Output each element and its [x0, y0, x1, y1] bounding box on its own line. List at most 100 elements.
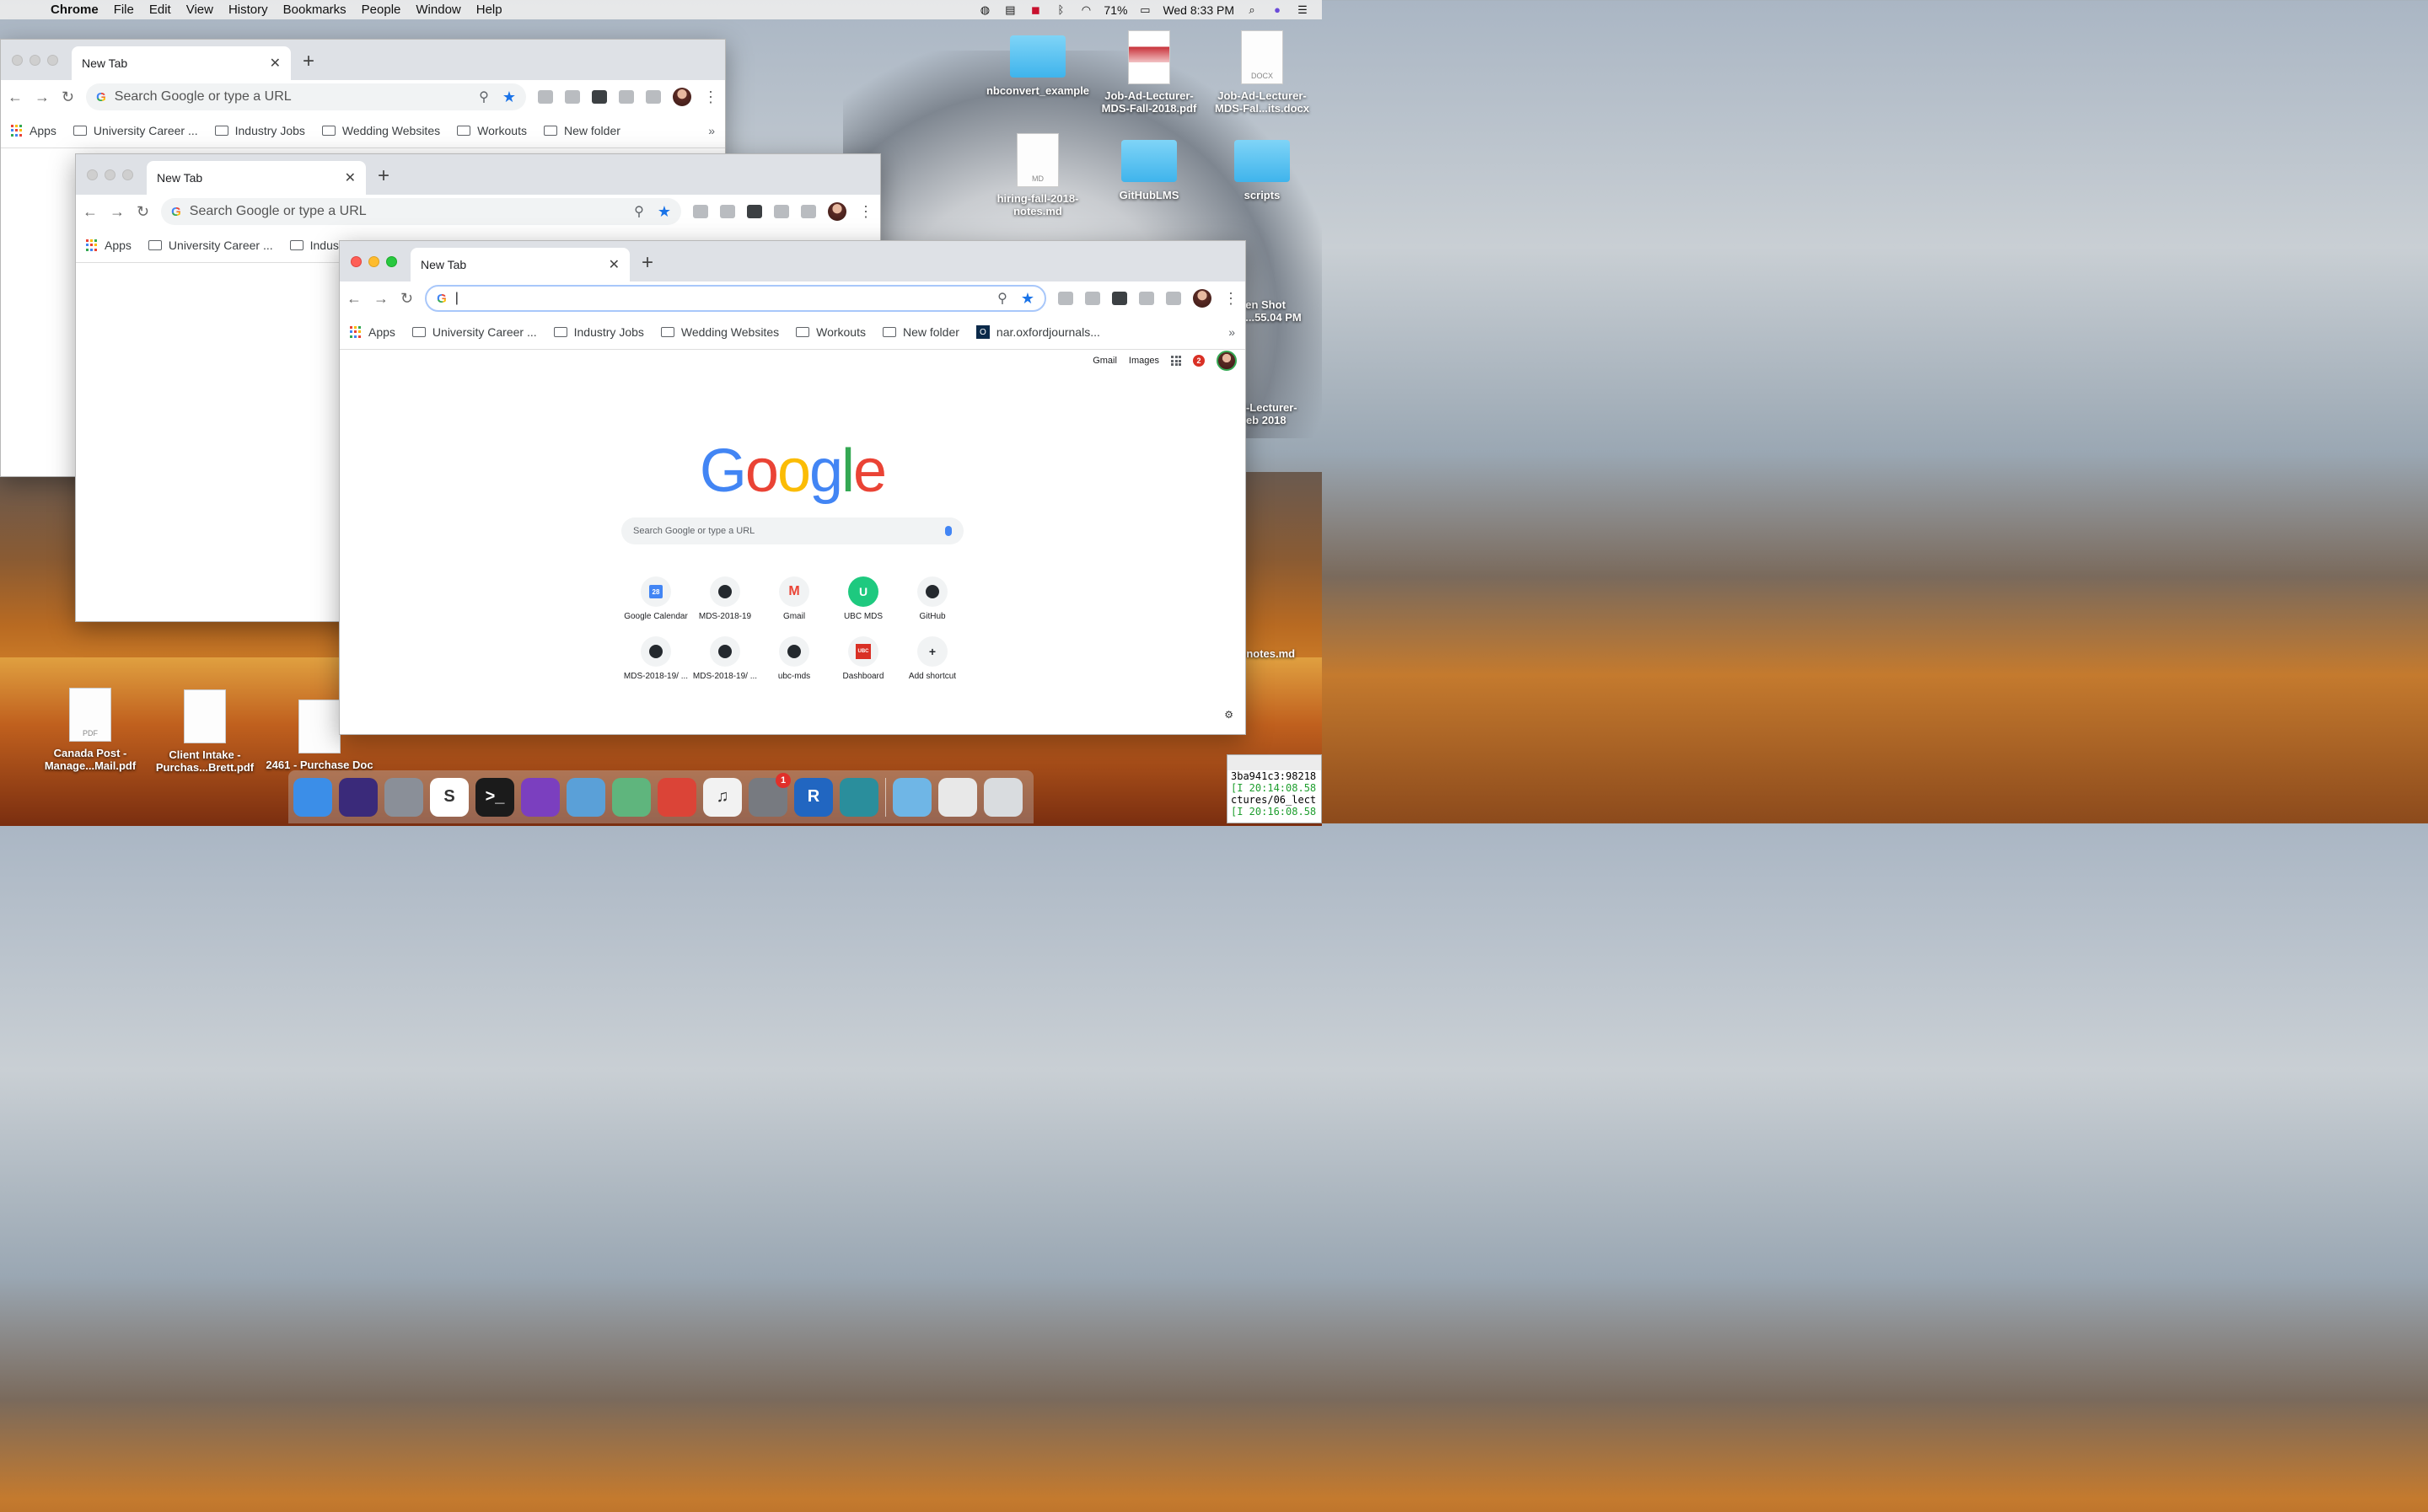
notification-center-icon[interactable]: ☰	[1295, 3, 1310, 17]
close-icon[interactable]: ✕	[345, 169, 356, 186]
notifications-badge[interactable]: 2	[1193, 355, 1205, 367]
system-preferences-icon[interactable]: 1	[749, 772, 791, 817]
terminal-icon[interactable]: >_	[475, 777, 514, 817]
shortcut-tile[interactable]: MDS-2018-19	[690, 576, 760, 621]
menu-edit[interactable]: Edit	[142, 3, 179, 17]
images-link[interactable]: Images	[1129, 356, 1159, 366]
zoom-window-button[interactable]	[386, 256, 397, 267]
menu-clock[interactable]: Wed 8:33 PM	[1163, 3, 1234, 17]
tab-new-tab[interactable]: New Tab ✕	[411, 248, 630, 281]
bookmark-apps[interactable]: Apps	[11, 124, 56, 137]
forward-icon[interactable]: →	[110, 203, 125, 221]
battery-percent[interactable]: 71%	[1104, 3, 1127, 17]
shortcut-tile[interactable]: M Gmail	[760, 576, 829, 621]
bookmark-star-icon[interactable]: ★	[1021, 290, 1034, 308]
bookmark-folder[interactable]: Industry Jobs	[214, 124, 305, 137]
profile-avatar[interactable]	[828, 202, 846, 221]
omnibox[interactable]: G Search Google or type a URL ⚲ ★	[161, 198, 681, 225]
menu-file[interactable]: File	[106, 3, 142, 17]
bookmark-folder[interactable]: New folder	[882, 325, 959, 339]
gmail-link[interactable]: Gmail	[1093, 356, 1117, 366]
menu-window[interactable]: Window	[408, 3, 468, 17]
preview-icon[interactable]	[567, 777, 605, 817]
menu-people[interactable]: People	[354, 3, 409, 17]
extension-icon[interactable]	[720, 205, 735, 218]
github-desktop-icon[interactable]	[521, 777, 560, 817]
menu-app-name[interactable]: Chrome	[51, 3, 106, 17]
itunes-icon[interactable]: ♫	[703, 777, 742, 817]
desktop-icon[interactable]: DOCX Job-Ad-Lecturer-MDS-Fal...its.docx	[1207, 30, 1317, 115]
desktop-icon[interactable]: Client Intake - Purchas...Brett.pdf	[150, 689, 260, 774]
more-bookmarks-chevron[interactable]: »	[708, 124, 715, 137]
reload-icon[interactable]: ↻	[62, 88, 74, 106]
reload-icon[interactable]: ↻	[137, 203, 149, 221]
new-tab-icon[interactable]: +	[378, 164, 389, 188]
omnibox[interactable]: G Search Google or type a URL ⚲ ★	[86, 83, 526, 110]
menu-history[interactable]: History	[221, 3, 276, 17]
dropbox-icon[interactable]	[774, 205, 789, 218]
slack-icon[interactable]: S	[430, 777, 469, 817]
r-icon[interactable]: R	[794, 777, 833, 817]
desktop-icon-partial[interactable]: d-Lecturer- Feb 2018	[1239, 401, 1322, 426]
extension-icon[interactable]	[646, 90, 661, 104]
extension-icon[interactable]	[1112, 292, 1127, 305]
extension-icon[interactable]	[565, 90, 580, 104]
window-controls[interactable]	[351, 256, 397, 267]
zoom-icon[interactable]: ⚲	[634, 203, 644, 220]
desktop-icon[interactable]: nbconvert_example	[983, 35, 1093, 97]
account-avatar[interactable]	[1217, 351, 1237, 371]
tab-new-tab[interactable]: New Tab ✕	[147, 161, 366, 195]
bookmark-folder[interactable]: New folder	[543, 124, 620, 137]
new-tab-icon[interactable]: +	[303, 50, 314, 73]
shortcut-tile[interactable]: GitHub	[898, 576, 967, 621]
menu-icon[interactable]: ⋮	[858, 203, 873, 221]
profile-avatar[interactable]	[1193, 289, 1211, 308]
dropbox-icon[interactable]	[619, 90, 634, 104]
minimize-window-button[interactable]	[368, 256, 379, 267]
extension-icon[interactable]	[747, 205, 762, 218]
shortcut-tile[interactable]: MDS-2018-19/ ...	[690, 636, 760, 681]
mcafee-icon[interactable]: ◼	[1028, 3, 1043, 17]
close-window-button[interactable]	[351, 256, 362, 267]
shortcut-tile[interactable]: U UBC MDS	[829, 576, 898, 621]
window-controls[interactable]	[87, 169, 133, 180]
desktop-icon[interactable]: GitHubLMS	[1094, 140, 1204, 201]
more-bookmarks-chevron[interactable]: »	[1228, 325, 1235, 339]
bookmark-apps[interactable]: Apps	[86, 239, 132, 252]
google-apps-icon[interactable]	[1171, 356, 1181, 366]
shortcut-tile[interactable]: ubc-mds	[760, 636, 829, 681]
downloads-icon[interactable]	[893, 777, 932, 817]
extension-icon[interactable]	[1058, 292, 1073, 305]
shortcut-tile[interactable]: UBC Dashboard	[829, 636, 898, 681]
desktop-icon[interactable]: scripts	[1207, 140, 1317, 201]
desktop-icon-partial[interactable]: een Shot 1...55.04 PM	[1239, 298, 1322, 324]
bookmark-folder[interactable]: Wedding Websites	[321, 124, 440, 137]
bookmark-folder[interactable]: University Career ...	[73, 124, 198, 137]
bookmark-folder[interactable]: University Career ...	[148, 239, 273, 252]
bookmark-folder[interactable]: Workouts	[796, 325, 866, 339]
close-icon[interactable]: ✕	[270, 55, 281, 72]
launchpad-icon[interactable]	[384, 777, 423, 817]
menu-help[interactable]: Help	[469, 3, 510, 17]
menu-icon[interactable]: ⋮	[1223, 290, 1238, 308]
menu-icon[interactable]: ⋮	[703, 88, 718, 106]
docker-icon[interactable]: ▤	[1002, 3, 1018, 17]
tab-new-tab[interactable]: New Tab ✕	[72, 46, 291, 80]
bookmark-folder[interactable]: Wedding Websites	[660, 325, 779, 339]
bookmark-folder[interactable]: Workouts	[457, 124, 527, 137]
globe-icon[interactable]	[840, 777, 878, 817]
shortcut-tile[interactable]: MDS-2018-19/ ...	[621, 636, 690, 681]
bookmark-oxford-journals[interactable]: Onar.oxfordjournals...	[975, 325, 1100, 339]
desktop-icon[interactable]: Job-Ad-Lecturer-MDS-Fall-2018.pdf	[1094, 30, 1204, 115]
profile-avatar[interactable]	[673, 88, 691, 106]
reload-icon[interactable]: ↻	[400, 290, 413, 308]
siri-icon[interactable]	[339, 777, 378, 817]
chrome-window-front[interactable]: New Tab ✕ + ← → ↻ G | ⚲ ★ ⋮ Apps Universi…	[339, 240, 1246, 735]
back-icon[interactable]: ←	[8, 88, 23, 106]
globe-status-icon[interactable]: ◍	[977, 3, 992, 17]
omnibox[interactable]: G | ⚲ ★	[425, 285, 1046, 312]
desktop-icon[interactable]: MD hiring-fall-2018-notes.md	[983, 133, 1093, 217]
ntp-search-box[interactable]: Search Google or type a URL	[621, 517, 964, 544]
bookmark-star-icon[interactable]: ★	[658, 203, 671, 221]
customize-gear-icon[interactable]: ⚙	[1224, 709, 1233, 721]
